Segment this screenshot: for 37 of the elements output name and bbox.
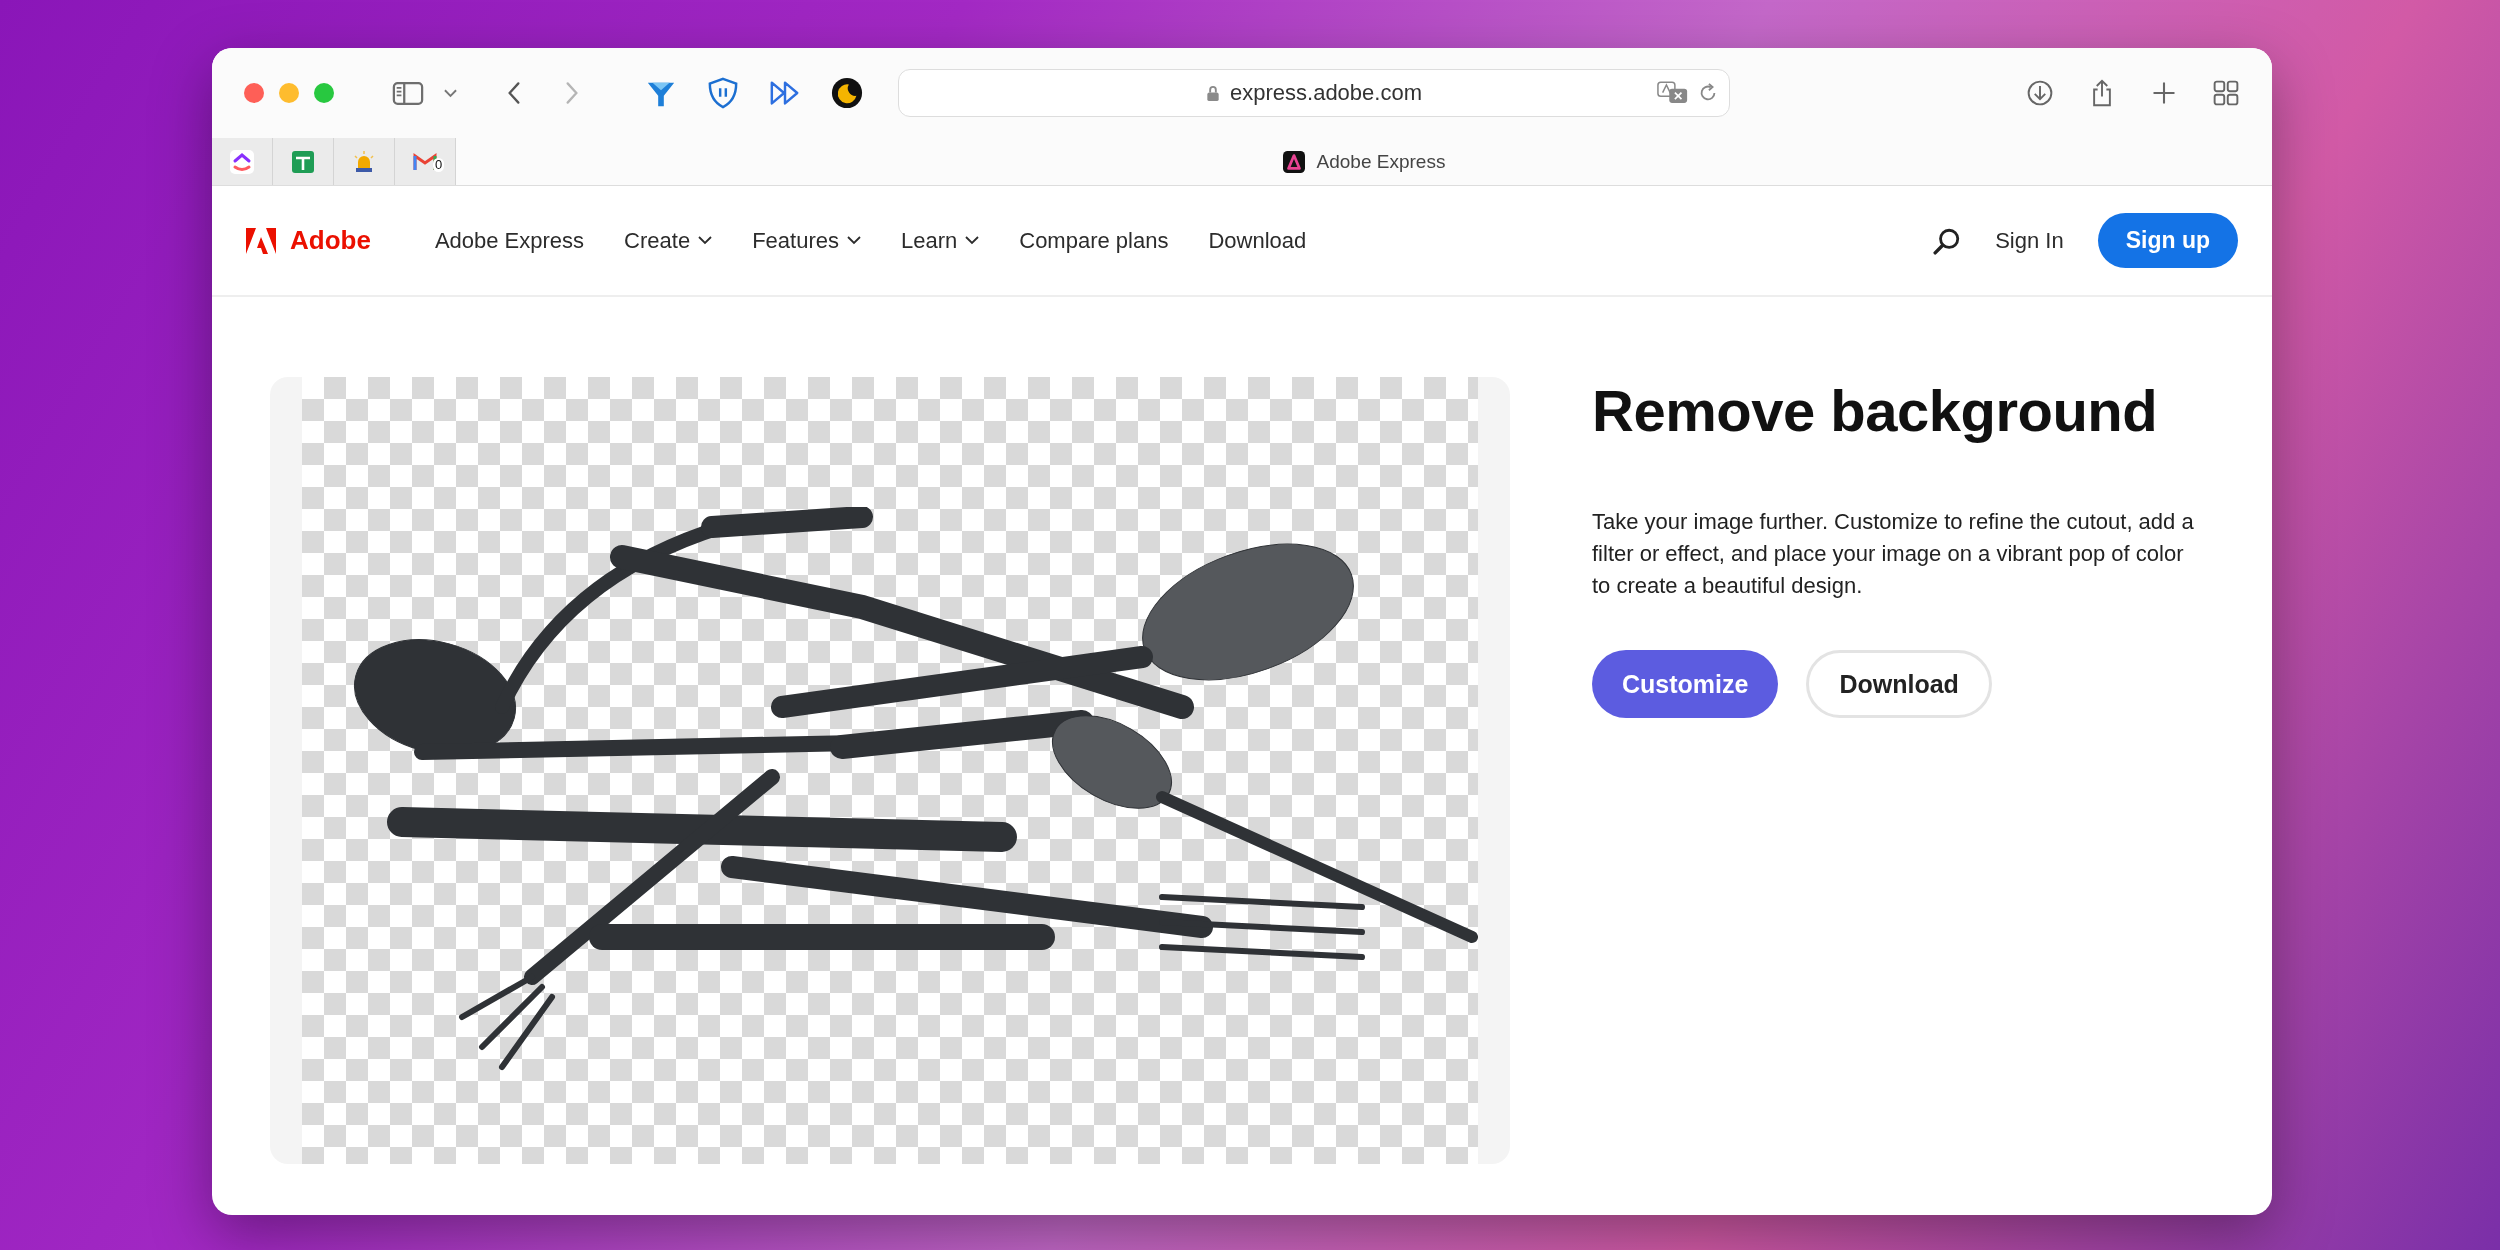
pinned-tab[interactable]: 0: [395, 138, 456, 185]
translate-icon[interactable]: [1657, 80, 1689, 106]
app-logo-icon: [1282, 150, 1305, 173]
tab-overview-icon[interactable]: [2212, 78, 2240, 108]
spreadsheet-icon: [291, 149, 315, 174]
nav-link[interactable]: Learn: [900, 227, 980, 254]
lock-icon: [1206, 84, 1220, 102]
download-button[interactable]: Download: [1806, 650, 1992, 718]
app-logo-icon: [230, 149, 254, 174]
nav-link[interactable]: Create: [624, 227, 713, 254]
tab-title[interactable]: Adobe Express: [1316, 150, 1446, 173]
brand-name[interactable]: Adobe: [290, 225, 371, 256]
nav-link[interactable]: Adobe Express: [434, 227, 585, 254]
sidebar-icon[interactable]: [392, 80, 424, 106]
pinned-tab[interactable]: [273, 138, 334, 185]
adobe-logo-icon[interactable]: [246, 227, 276, 254]
shield-icon[interactable]: [707, 77, 739, 109]
address-bar[interactable]: express.adobe.com: [898, 69, 1730, 117]
siren-icon: [352, 149, 376, 174]
download-icon[interactable]: [2026, 78, 2054, 108]
description-text: Take your image further. Customize to refine the cutout, add a filter or effect, and place your image on a vibrant pop of color to create a beautiful design.: [1592, 508, 2195, 600]
nav-link[interactable]: Features: [752, 227, 861, 254]
customize-button[interactable]: Customize: [1592, 650, 1779, 718]
sign-in-link[interactable]: Sign In: [1995, 227, 2064, 254]
search-icon[interactable]: [1933, 226, 1962, 255]
nav-link[interactable]: Compare plans: [1019, 227, 1169, 254]
pinned-tab[interactable]: [334, 138, 395, 185]
url-text: express.adobe.com: [1230, 80, 1422, 106]
pinned-tab[interactable]: [212, 138, 273, 185]
close-window-button[interactable]: [244, 83, 264, 103]
unread-count-badge: 0: [433, 158, 445, 172]
sign-up-button[interactable]: Sign up: [2097, 213, 2238, 268]
moon-icon[interactable]: [831, 77, 863, 109]
nav-link[interactable]: Download: [1208, 227, 1307, 254]
page-title: Remove background: [1592, 377, 2159, 444]
back-icon[interactable]: [507, 81, 521, 105]
chevron-down-icon[interactable]: [444, 88, 457, 98]
